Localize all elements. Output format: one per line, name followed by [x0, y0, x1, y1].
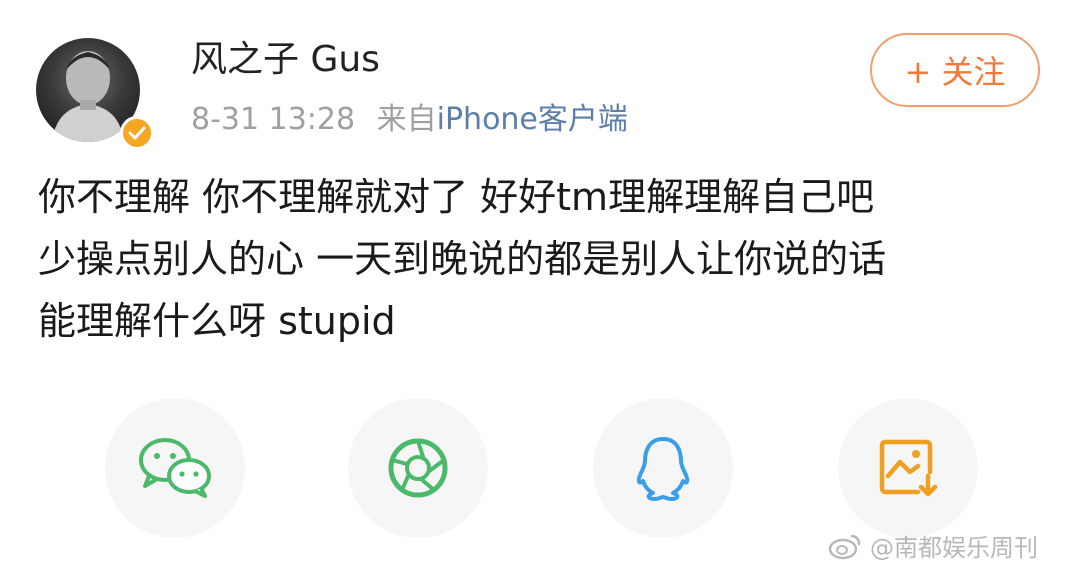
share-wechat-button[interactable] [105, 398, 245, 538]
user-avatar[interactable] [36, 38, 154, 150]
watermark: @南都娱乐周刊 [828, 528, 1038, 563]
weibo-logo-icon [828, 534, 861, 559]
source-client[interactable]: iPhone客户端 [437, 102, 628, 137]
timestamp: 8-31 13:28 [191, 102, 356, 137]
post-line: 少操点别人的心 一天到晚说的都是别人让你说的话 [38, 237, 887, 281]
share-qq-button[interactable] [593, 398, 733, 538]
watermark-text: @南都娱乐周刊 [870, 534, 1038, 562]
post-text: 你不理解 你不理解就对了 好好tm理解理解自己吧 少操点别人的心 一天到晚说的都… [38, 166, 1048, 352]
follow-button[interactable]: + 关注 [870, 33, 1040, 107]
qq-icon [636, 437, 690, 501]
wechat-icon [139, 438, 211, 498]
post-line: 能理解什么呀 stupid [38, 299, 396, 343]
save-image-button[interactable] [838, 398, 978, 538]
username[interactable]: 风之子 Gus [191, 36, 380, 84]
post-meta: 8-31 13:28 来自iPhone客户端 [191, 100, 628, 140]
moments-icon [388, 438, 448, 498]
save-image-icon [879, 439, 938, 497]
share-moments-button[interactable] [348, 398, 488, 538]
source-prefix: 来自 [376, 102, 437, 137]
post-line: 你不理解 你不理解就对了 好好tm理解理解自己吧 [38, 175, 875, 219]
verified-badge-icon [120, 116, 154, 150]
